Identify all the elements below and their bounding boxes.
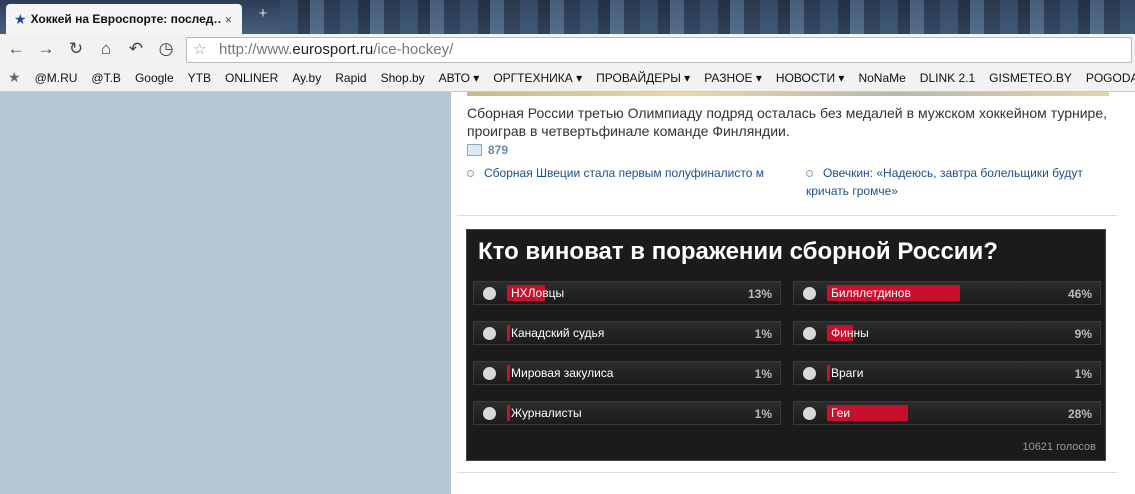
poll-title: Кто виноват в поражении сборной России?: [478, 238, 998, 265]
bookmarks-star-icon: ★: [8, 69, 21, 85]
tab-strip: ★ Хоккей на Евроспорте: послед… × +: [0, 0, 1135, 34]
tab-title: Хоккей на Евроспорте: послед…: [30, 12, 221, 26]
close-tab-icon[interactable]: ×: [225, 12, 233, 27]
bookmark-item[interactable]: GISMETEO.BY: [989, 71, 1072, 85]
poll-option-label: Журналисты: [511, 406, 582, 420]
related-link-2[interactable]: Овечкин: «Надеюсь, завтра болельщики буд…: [806, 164, 1106, 200]
article-lead: Сборная России третью Олимпиаду подряд о…: [467, 105, 1107, 139]
reload-icon[interactable]: ↻: [66, 39, 86, 59]
poll-option-label: НХЛовцы: [511, 286, 565, 300]
bookmark-item[interactable]: @M.RU: [35, 71, 78, 85]
page-content: Сборная России третью Олимпиаду подряд о…: [451, 92, 1135, 494]
bookmark-item[interactable]: @T.B: [91, 71, 121, 85]
divider: [457, 472, 1117, 473]
poll-result-bar: [507, 325, 510, 341]
poll-result-bar: [827, 365, 830, 381]
poll-option[interactable]: Журналисты 1%: [473, 401, 781, 425]
home-icon[interactable]: ⌂: [96, 39, 116, 59]
address-bar[interactable]: ☆ http://www.eurosport.ru/ice-hockey/: [186, 37, 1132, 63]
back-icon[interactable]: ←: [6, 39, 26, 59]
bookmark-item[interactable]: Ay.by: [292, 71, 321, 85]
bookmark-item[interactable]: РАЗНОЕ ▾: [704, 71, 762, 85]
poll-radio[interactable]: [803, 327, 816, 340]
poll-option-percent: 28%: [1067, 407, 1092, 421]
bookmark-item[interactable]: DLINK 2.1: [920, 71, 975, 85]
poll-option-percent: 13%: [747, 287, 772, 301]
poll-result-bar: [507, 405, 510, 421]
browser-toolbar: ← → ↻ ⌂ ↶ ◷ ☆ http://www.eurosport.ru/ic…: [0, 34, 1135, 64]
bookmark-item[interactable]: ОРГТЕХНИКА ▾: [493, 71, 582, 85]
poll-radio[interactable]: [483, 407, 496, 420]
comment-icon: [467, 144, 482, 156]
poll-votes: 10621 голосов: [1022, 441, 1096, 453]
bookmark-item[interactable]: NoNaMe: [858, 71, 905, 85]
bookmark-item[interactable]: YTB: [188, 71, 211, 85]
poll-option-percent: 1%: [754, 327, 772, 341]
bookmark-item[interactable]: Shop.by: [381, 71, 425, 85]
undo-icon[interactable]: ↶: [126, 39, 146, 59]
article-image[interactable]: [467, 92, 1109, 96]
poll-radio[interactable]: [803, 287, 816, 300]
bookmark-item[interactable]: АВТО ▾: [439, 71, 480, 85]
eurosport-favicon-icon: ★: [14, 10, 27, 27]
poll-option-label: Билялетдинов: [831, 286, 911, 300]
poll-option-label: Канадский судья: [511, 326, 605, 340]
bookmark-star-icon[interactable]: ☆: [193, 40, 206, 58]
bookmark-item[interactable]: Rapid: [335, 71, 366, 85]
poll-option-label: Мировая закулиса: [511, 366, 614, 380]
bookmark-item[interactable]: НОВОСТИ ▾: [776, 71, 845, 85]
bookmark-item[interactable]: ONLINER: [225, 71, 278, 85]
related-link-1[interactable]: Сборная Швеции стала первым полуфиналист…: [467, 164, 767, 182]
comments-link[interactable]: 879: [467, 143, 508, 157]
poll-option[interactable]: НХЛовцы 13%: [473, 281, 781, 305]
bookmark-item[interactable]: ПРОВАЙДЕРЫ ▾: [596, 71, 690, 85]
poll-option-percent: 9%: [1074, 327, 1092, 341]
poll-radio[interactable]: [483, 367, 496, 380]
bookmark-item[interactable]: POGODA: [1086, 71, 1135, 85]
bullet-icon: [806, 170, 813, 178]
poll-option[interactable]: Канадский судья 1%: [473, 321, 781, 345]
poll-option-percent: 1%: [754, 407, 772, 421]
poll-option[interactable]: Враги 1%: [793, 361, 1101, 385]
poll-radio[interactable]: [803, 407, 816, 420]
poll-option[interactable]: Геи 28%: [793, 401, 1101, 425]
poll-option-label: Геи: [831, 406, 851, 420]
poll-radio[interactable]: [483, 287, 496, 300]
divider: [457, 215, 1117, 216]
bookmark-item[interactable]: Google: [135, 71, 174, 85]
comment-count[interactable]: 879: [488, 143, 508, 157]
poll-radio[interactable]: [803, 367, 816, 380]
poll-result-bar: [507, 365, 510, 381]
poll-option-percent: 46%: [1067, 287, 1092, 301]
poll-option-percent: 1%: [1074, 367, 1092, 381]
forward-icon[interactable]: →: [36, 39, 56, 59]
history-icon[interactable]: ◷: [156, 39, 176, 59]
poll-option[interactable]: Билялетдинов 46%: [793, 281, 1101, 305]
url-text[interactable]: http://www.eurosport.ru/ice-hockey/: [219, 41, 453, 58]
active-tab[interactable]: ★ Хоккей на Евроспорте: послед… ×: [6, 4, 242, 34]
poll-option-label: Финны: [831, 326, 869, 340]
poll-widget: Кто виноват в поражении сборной России? …: [466, 229, 1106, 461]
bookmarks-bar: ★ @M.RU @T.B Google YTB ONLINER Ay.by Rapid Sho…: [0, 64, 1135, 92]
poll-option-percent: 1%: [754, 367, 772, 381]
poll-option[interactable]: Финны 9%: [793, 321, 1101, 345]
poll-option[interactable]: Мировая закулиса 1%: [473, 361, 781, 385]
new-tab-button[interactable]: +: [252, 6, 274, 22]
poll-radio[interactable]: [483, 327, 496, 340]
bullet-icon: [467, 170, 474, 178]
poll-option-label: Враги: [831, 366, 864, 380]
blurred-tabs: [280, 0, 1135, 34]
